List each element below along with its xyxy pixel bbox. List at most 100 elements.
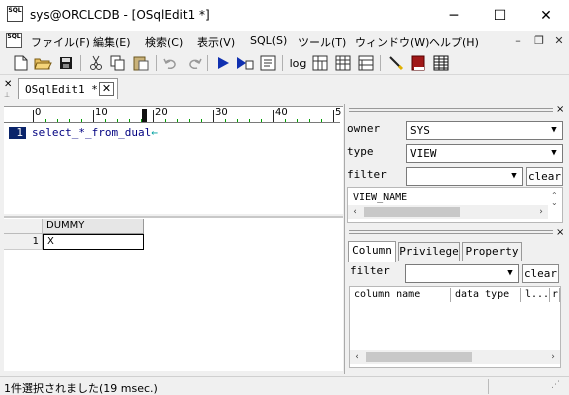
scroll-thumb[interactable]: [364, 207, 460, 217]
pen-icon[interactable]: [387, 54, 405, 72]
log-icon[interactable]: log: [288, 54, 308, 72]
menu-edit[interactable]: 編集(E): [93, 34, 131, 50]
title-bar: SQL sys@ORCLCDB - [OSqlEdit1 *] ─ ☐ ✕: [0, 0, 569, 31]
length-header[interactable]: l...: [521, 288, 550, 302]
ruler-minor-tick: [117, 119, 118, 122]
column-name-header[interactable]: column name: [350, 288, 451, 302]
close-button[interactable]: ✕: [523, 0, 569, 31]
menu-search[interactable]: 検索(C): [145, 34, 183, 50]
menu-file[interactable]: ファイル(F): [31, 34, 90, 50]
ruler-label: 0: [35, 107, 42, 118]
menu-tools[interactable]: ツール(T): [298, 34, 346, 50]
mdi-close-button[interactable]: ✕: [551, 34, 567, 47]
mdi-restore-button[interactable]: ❐: [531, 34, 547, 47]
paste-icon[interactable]: [132, 54, 150, 72]
menu-help[interactable]: ヘルプ(H): [429, 34, 479, 50]
chevron-down-icon[interactable]: ▼: [506, 168, 522, 185]
panel-grip[interactable]: [349, 108, 553, 112]
toolbar-separator: [380, 55, 381, 71]
ruler-tick: [213, 110, 214, 122]
tab-close-icon[interactable]: ✕: [99, 82, 114, 96]
window-title: sys@ORCLCDB - [OSqlEdit1 *]: [30, 8, 210, 22]
ruler-minor-tick: [129, 119, 130, 122]
tab-privilege[interactable]: Privilege: [398, 242, 460, 261]
chevron-down-icon[interactable]: ▼: [546, 145, 562, 162]
ruler-label: 40: [275, 107, 288, 118]
column-header-dummy[interactable]: DUMMY: [43, 219, 144, 234]
column-filter-input[interactable]: ▼: [405, 264, 519, 283]
tabstrip-pin-icon[interactable]: ⊥: [4, 91, 10, 99]
sql-statement: select_*_from_dual: [32, 126, 152, 139]
scroll-updown-icon[interactable]: ⌃ ⌄: [551, 192, 558, 207]
minimize-button[interactable]: ─: [431, 0, 477, 31]
scroll-left-icon[interactable]: ‹: [350, 350, 364, 364]
execute-icon[interactable]: [214, 54, 232, 72]
resize-grip-icon[interactable]: ⋰: [551, 380, 565, 394]
column-ruler: 0 10 20 30 40 5: [4, 107, 341, 123]
sql-text[interactable]: select_*_from_dual←: [32, 126, 158, 139]
menu-window[interactable]: ウィンドウ(W): [355, 34, 429, 50]
ruler-minor-tick: [105, 119, 106, 122]
object-list-scrollbar[interactable]: ‹ ›: [348, 205, 548, 219]
grid-corner[interactable]: [4, 219, 43, 234]
type-select[interactable]: VIEW ▼: [406, 144, 563, 163]
save-icon[interactable]: [57, 54, 75, 72]
redo-icon[interactable]: [185, 54, 203, 72]
toolbar-separator: [207, 55, 208, 71]
panel-close-icon[interactable]: ×: [556, 227, 564, 238]
ruler-minor-tick: [69, 119, 70, 122]
ruler-label: 20: [155, 107, 168, 118]
toolbar: log: [0, 51, 569, 75]
tab-label: OSqlEdit1 *: [25, 83, 98, 96]
cut-icon[interactable]: [87, 54, 105, 72]
grid2-icon[interactable]: [357, 54, 375, 72]
chevron-down-icon[interactable]: ▼: [546, 122, 562, 139]
copy-icon[interactable]: [109, 54, 127, 72]
object-list-header[interactable]: VIEW_NAME: [353, 192, 407, 203]
scroll-left-icon[interactable]: ‹: [348, 205, 362, 219]
panel-grip[interactable]: [349, 230, 553, 234]
tabstrip-close-icon[interactable]: ✕: [4, 79, 12, 90]
column-list-scrollbar[interactable]: ‹ ›: [350, 350, 560, 364]
menu-view[interactable]: 表示(V): [197, 34, 235, 50]
chevron-down-icon[interactable]: ▼: [502, 265, 518, 282]
grid-cell[interactable]: X: [43, 234, 144, 250]
object-clear-button[interactable]: clear: [526, 167, 563, 186]
object-filter-input[interactable]: ▼: [406, 167, 523, 186]
tab-column[interactable]: Column: [348, 241, 396, 262]
scroll-right-icon[interactable]: ›: [546, 350, 560, 364]
book-icon[interactable]: [409, 54, 427, 72]
nullable-header[interactable]: r: [550, 288, 560, 302]
document-icon[interactable]: SQL: [6, 33, 22, 48]
tab-osqledit1[interactable]: OSqlEdit1 * ✕: [18, 78, 118, 99]
ruler-tick: [273, 110, 274, 122]
data-type-header[interactable]: data type: [451, 288, 521, 302]
undo-icon[interactable]: [162, 54, 180, 72]
ruler-minor-tick: [141, 119, 142, 122]
document-tab-strip: ✕ ⊥ OSqlEdit1 * ✕: [0, 76, 569, 100]
ruler-minor-tick: [81, 119, 82, 122]
explain-icon[interactable]: [259, 54, 277, 72]
mdi-minimize-button[interactable]: –: [510, 34, 526, 47]
scroll-right-icon[interactable]: ›: [534, 205, 548, 219]
row-header[interactable]: 1: [4, 234, 43, 250]
owner-select[interactable]: SYS ▼: [406, 121, 563, 140]
ruler-cursor-marker: [142, 109, 147, 122]
status-text: 1件選択されました(19 msec.): [4, 382, 158, 395]
ruler-minor-tick: [165, 119, 166, 122]
menu-sql[interactable]: SQL(S): [250, 34, 287, 47]
panel-close-icon[interactable]: ×: [556, 104, 564, 115]
new-file-icon[interactable]: [12, 54, 30, 72]
maximize-button[interactable]: ☐: [477, 0, 523, 31]
grid-icon[interactable]: [334, 54, 352, 72]
status-bar: 1件選択されました(19 msec.) ⋰: [0, 376, 569, 395]
toolbar-separator: [156, 55, 157, 71]
scroll-thumb[interactable]: [366, 352, 472, 362]
table-split-icon[interactable]: [311, 54, 329, 72]
tab-property[interactable]: Property: [462, 242, 522, 261]
open-folder-icon[interactable]: [34, 54, 52, 72]
column-clear-button[interactable]: clear: [522, 264, 559, 283]
ruler-minor-tick: [189, 119, 190, 122]
table-icon[interactable]: [432, 54, 450, 72]
execute-step-icon[interactable]: [236, 54, 254, 72]
